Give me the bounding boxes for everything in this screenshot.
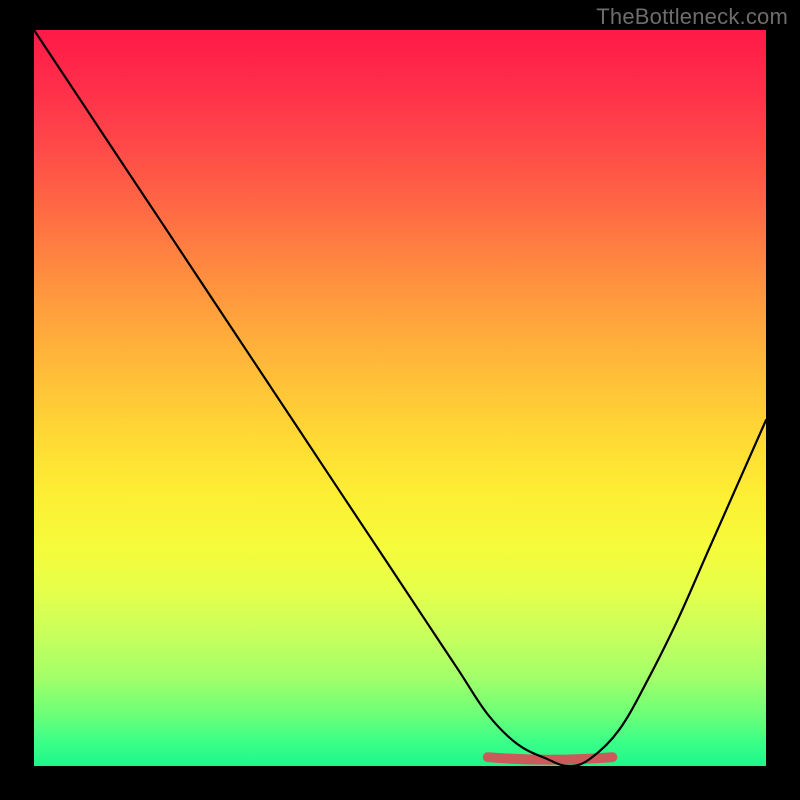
chart-svg bbox=[34, 30, 766, 766]
watermark-text: TheBottleneck.com bbox=[596, 4, 788, 30]
plot-area bbox=[34, 30, 766, 766]
bottleneck-curve bbox=[34, 30, 766, 766]
chart-frame: TheBottleneck.com bbox=[0, 0, 800, 800]
